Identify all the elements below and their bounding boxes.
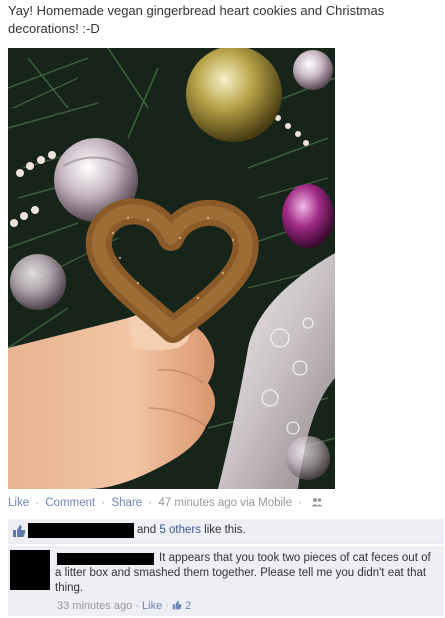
comment: It appears that you took two pieces of c…: [8, 546, 444, 616]
likes-suffix: like this.: [204, 524, 246, 536]
feedback-area: and 5 others like this. It appears that …: [8, 519, 444, 616]
likes-prefix: and: [137, 524, 157, 536]
comment-meta: 33 minutes ago · Like · 2: [57, 600, 191, 612]
likes-text: and 5 others like this.: [137, 524, 246, 536]
avatar[interactable]: [10, 550, 50, 590]
separator: ·: [165, 600, 169, 612]
separator: ·: [101, 497, 106, 509]
friends-icon[interactable]: [311, 497, 323, 507]
separator: ·: [135, 600, 139, 612]
post-actions: Like · Comment · Share · 47 minutes ago …: [8, 497, 323, 509]
comment-like-count[interactable]: 2: [185, 600, 191, 612]
like-link[interactable]: Like: [8, 497, 29, 509]
comment-text: It appears that you took two pieces of c…: [55, 551, 437, 596]
share-link[interactable]: Share: [111, 497, 142, 509]
separator: ·: [35, 497, 40, 509]
comment-like-link[interactable]: Like: [142, 600, 162, 612]
thumbs-up-icon: [172, 600, 182, 610]
separator: ·: [298, 497, 303, 509]
likes-sentence: and 5 others like this.: [8, 519, 444, 544]
comment-body: It appears that you took two pieces of c…: [55, 552, 431, 594]
comment-timestamp[interactable]: 33 minutes ago: [57, 600, 132, 612]
christmas-tree-photo: [8, 48, 335, 489]
post-photo[interactable]: [8, 48, 335, 489]
separator: ·: [148, 497, 153, 509]
post-timestamp[interactable]: 47 minutes ago via Mobile: [158, 497, 292, 509]
post-message: Yay! Homemade vegan gingerbread heart co…: [8, 3, 385, 36]
others-link[interactable]: 5 others: [159, 524, 201, 536]
thumbs-up-icon: [13, 525, 26, 537]
redacted-name: [28, 523, 134, 538]
comment-link[interactable]: Comment: [45, 497, 95, 509]
